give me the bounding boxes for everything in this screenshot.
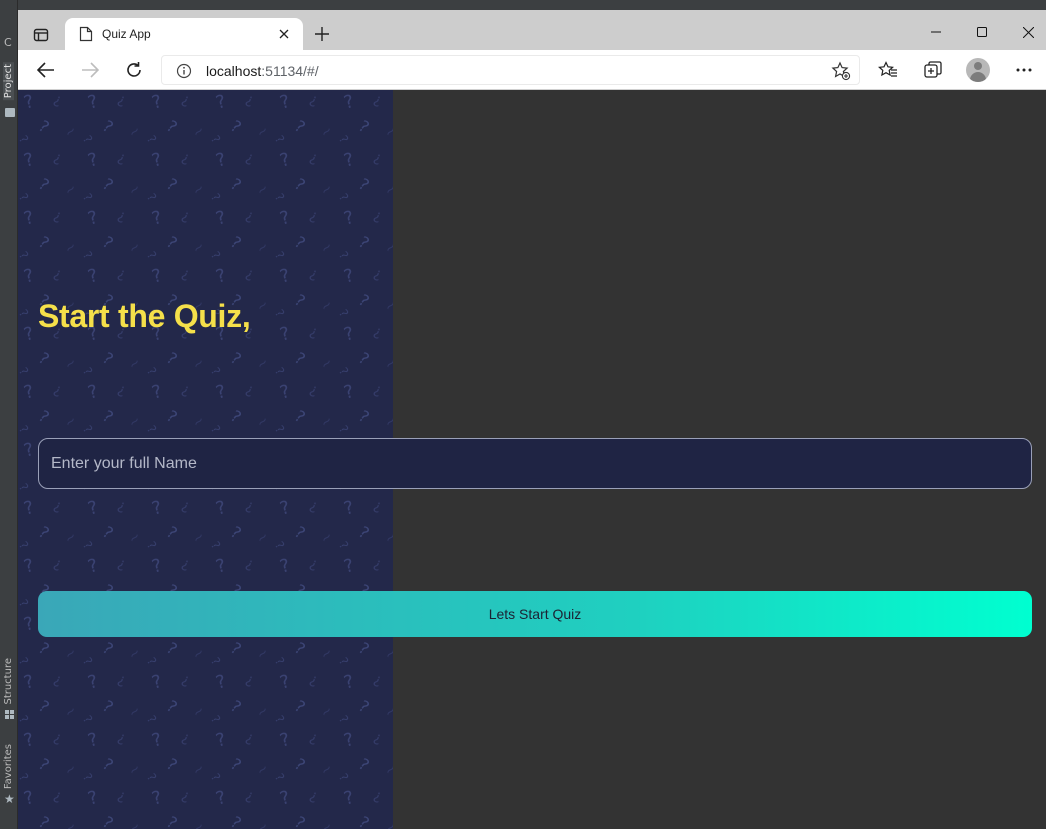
tab-actions-icon — [33, 28, 49, 42]
minimize-icon — [931, 31, 941, 33]
minimize-button[interactable] — [913, 18, 959, 46]
close-icon — [279, 29, 289, 39]
page-viewport: ? ¿ ? ~ ? Start the Quiz, Lets Start Qui… — [18, 90, 1046, 829]
window-close-button[interactable] — [1005, 18, 1046, 46]
tab-bar: Quiz App — [18, 10, 1046, 50]
structure-icon[interactable] — [5, 710, 15, 719]
new-tab-button[interactable] — [310, 22, 334, 46]
more-menu-button[interactable] — [1012, 58, 1036, 82]
tab-title: Quiz App — [102, 27, 151, 41]
folder-icon[interactable] — [5, 108, 15, 117]
browser-tab-active[interactable]: Quiz App — [65, 18, 303, 50]
avatar-body — [970, 72, 986, 82]
arrow-right-icon — [82, 62, 99, 78]
maximize-icon — [977, 27, 987, 37]
ide-top-bar — [0, 0, 1046, 10]
page-title: Start the Quiz, — [38, 298, 251, 334]
ide-tab-structure[interactable]: Structure — [3, 658, 14, 705]
arrow-left-icon — [37, 62, 54, 78]
browser-window: Quiz App localhost:51134/#/ Start the Qu… — [18, 10, 1046, 829]
url-host: localhost — [206, 63, 262, 79]
add-favorite-icon[interactable] — [831, 61, 851, 81]
window-close-icon — [1022, 26, 1034, 38]
collections-icon — [924, 61, 942, 78]
reload-button[interactable] — [120, 56, 148, 84]
more-icon — [1016, 68, 1032, 72]
reload-icon — [127, 62, 141, 77]
maximize-button[interactable] — [959, 18, 1005, 46]
page-icon — [79, 26, 93, 42]
plus-icon — [315, 27, 329, 41]
address-bar[interactable]: localhost:51134/#/ — [161, 55, 860, 85]
ide-letter: C — [4, 36, 12, 49]
star-icon[interactable]: ★ — [4, 792, 15, 806]
ide-tab-favorites[interactable]: Favorites — [3, 744, 14, 789]
info-icon[interactable] — [176, 63, 192, 79]
ide-tab-project[interactable]: Project — [3, 62, 14, 101]
ide-side-strip: C Project Structure Favorites ★ — [0, 0, 18, 829]
tab-close-button[interactable] — [275, 25, 293, 43]
avatar-head — [974, 62, 982, 70]
favorites-icon — [878, 61, 897, 77]
url-text[interactable]: localhost:51134/#/ — [206, 63, 319, 79]
start-quiz-button[interactable]: Lets Start Quiz — [38, 591, 1032, 637]
tab-actions-button[interactable] — [26, 24, 56, 46]
full-name-input[interactable] — [38, 438, 1032, 489]
forward-button[interactable] — [76, 56, 104, 84]
browser-toolbar: localhost:51134/#/ — [18, 50, 1046, 90]
collections-button[interactable] — [921, 58, 945, 82]
profile-avatar[interactable] — [966, 58, 990, 82]
back-button[interactable] — [32, 56, 60, 84]
favorites-button[interactable] — [876, 58, 900, 82]
url-path: :51134/#/ — [261, 63, 319, 79]
